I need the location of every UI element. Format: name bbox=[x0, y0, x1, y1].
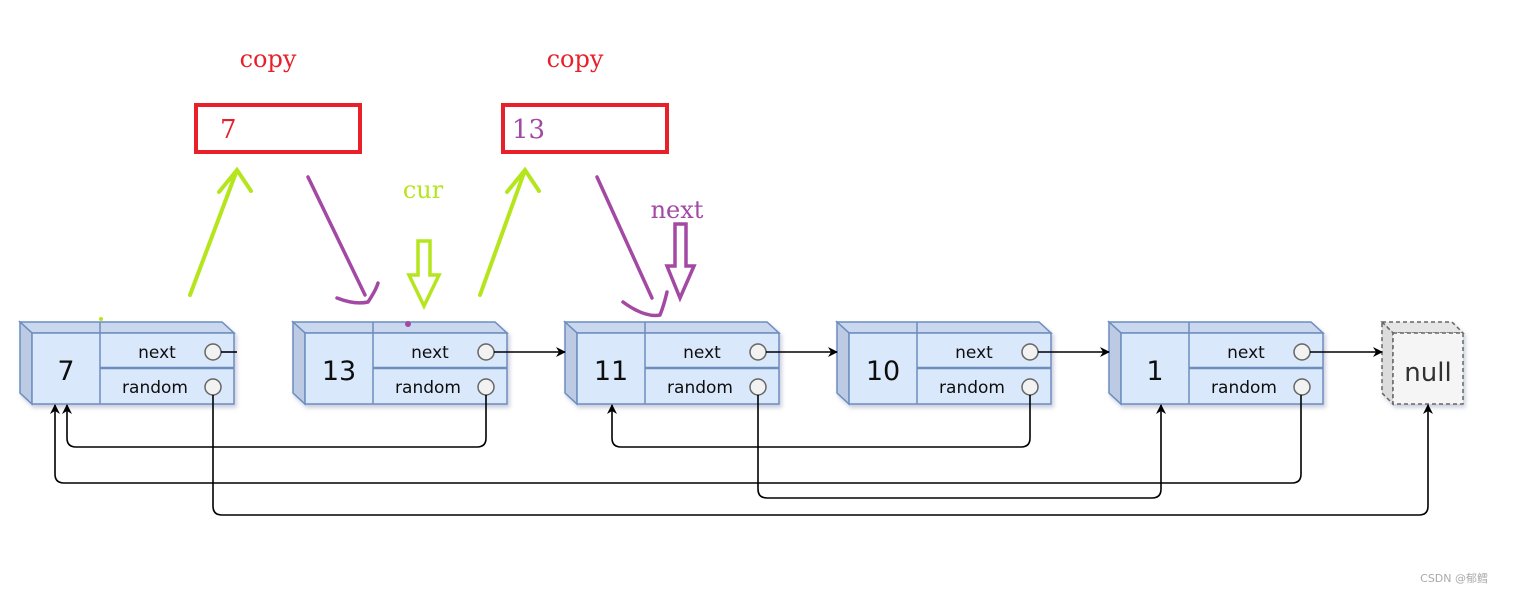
cur-pointer-label: cur bbox=[403, 176, 444, 204]
random-pointer-port bbox=[204, 378, 222, 396]
next-field-label: next bbox=[138, 343, 176, 363]
random-link-arrow bbox=[50, 395, 1302, 484]
node-side-face bbox=[1108, 320, 1122, 406]
random-field-label: random bbox=[939, 378, 1005, 398]
node-value: 11 bbox=[594, 356, 628, 387]
next-pointer-port bbox=[1293, 343, 1311, 361]
node-value: 13 bbox=[322, 356, 356, 387]
copied-node-value: 13 bbox=[512, 115, 545, 145]
node-top-face bbox=[18, 321, 236, 334]
node-side-face bbox=[564, 320, 578, 406]
next-field-label: next bbox=[955, 343, 993, 363]
random-pointer-port bbox=[477, 378, 495, 396]
watermark: CSDN @郁鳕 bbox=[1420, 572, 1488, 585]
node-top-face bbox=[563, 321, 781, 334]
copied-node-value: 7 bbox=[220, 115, 237, 145]
list-node: 1 next random bbox=[1107, 320, 1325, 406]
random-pointer-port bbox=[1021, 378, 1039, 396]
next-pointer-port bbox=[204, 343, 222, 361]
random-link-arrow bbox=[212, 395, 1433, 516]
next-pointer-label: next bbox=[651, 196, 704, 224]
copy-next-link-stroke bbox=[306, 175, 380, 305]
node-side-face bbox=[19, 320, 33, 406]
random-pointer-port bbox=[1293, 378, 1311, 396]
node-side-face bbox=[292, 320, 306, 406]
copy-creation-arrow bbox=[478, 166, 541, 297]
random-field-label: random bbox=[667, 378, 733, 398]
copy-label: copy bbox=[240, 45, 297, 73]
node-side-face bbox=[836, 320, 850, 406]
copy-label: copy bbox=[547, 45, 604, 73]
next-field-label: next bbox=[683, 343, 721, 363]
list-node: 13 next random bbox=[291, 320, 509, 406]
list-node: 10 next random bbox=[835, 320, 1053, 406]
node-top-face bbox=[1107, 321, 1325, 334]
linked-list-diagram: 7 next random 13 next random 11 next random 10 nex… bbox=[18, 45, 1465, 516]
null-node: null bbox=[1380, 320, 1465, 406]
node-top-face bbox=[835, 321, 1053, 334]
next-pointer-arrow-icon bbox=[664, 222, 697, 303]
next-field-label: next bbox=[411, 343, 449, 363]
next-pointer-port bbox=[1021, 343, 1039, 361]
next-field-label: next bbox=[1227, 343, 1265, 363]
random-pointer-port bbox=[749, 378, 767, 396]
random-field-label: random bbox=[1211, 378, 1277, 398]
node-value: 10 bbox=[866, 356, 900, 387]
node-value: 7 bbox=[57, 356, 74, 387]
random-field-label: random bbox=[395, 378, 461, 398]
null-label: null bbox=[1404, 358, 1451, 388]
random-field-label: random bbox=[122, 378, 188, 398]
next-pointer-port bbox=[477, 343, 495, 361]
next-pointer-port bbox=[749, 343, 767, 361]
node-top-face bbox=[291, 321, 509, 334]
list-node: 11 next random bbox=[563, 320, 781, 406]
list-node: 7 next random bbox=[18, 320, 236, 406]
node-value: 1 bbox=[1146, 356, 1163, 387]
copy-creation-arrow bbox=[188, 166, 253, 297]
cur-pointer-arrow-icon bbox=[406, 239, 442, 311]
